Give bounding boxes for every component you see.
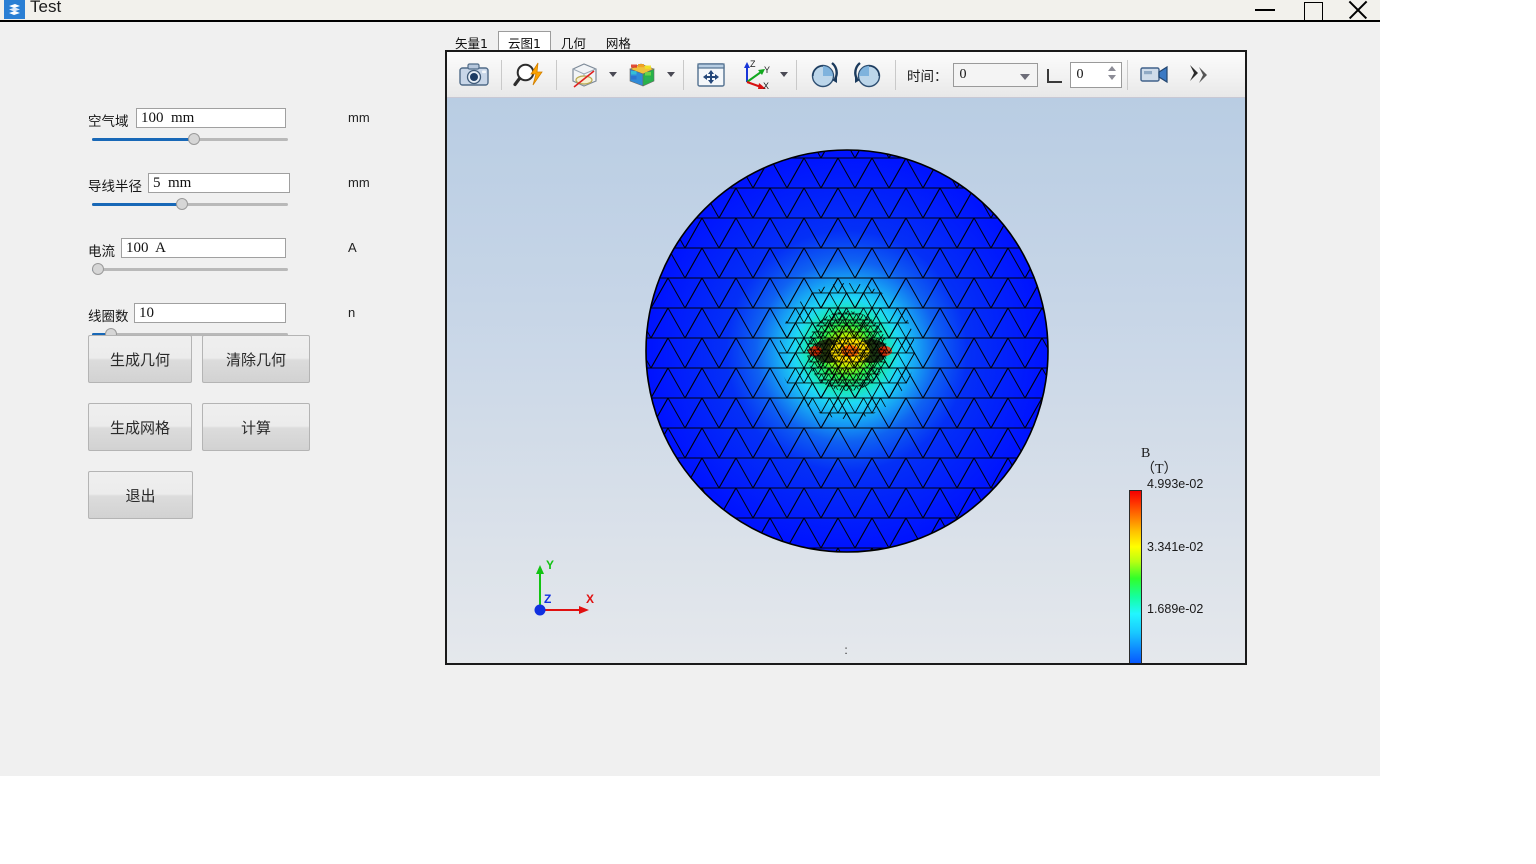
air-domain-unit: mm bbox=[348, 110, 370, 125]
corner-angle-icon[interactable] bbox=[1042, 63, 1066, 87]
rotate-counterclockwise-icon[interactable] bbox=[847, 56, 889, 94]
wire-radius-slider[interactable] bbox=[92, 197, 288, 211]
fit-to-window-icon[interactable] bbox=[690, 56, 732, 94]
viewport-status-text: : bbox=[844, 643, 848, 657]
chevron-down-icon[interactable] bbox=[606, 56, 620, 94]
tab-label: 矢量1 bbox=[455, 35, 488, 51]
slider-fill bbox=[92, 138, 194, 141]
tab-label: 网格 bbox=[605, 35, 631, 51]
svg-text:Z: Z bbox=[750, 60, 756, 69]
tab-contour1[interactable]: 云图1 bbox=[497, 31, 551, 52]
spinner-arrows[interactable] bbox=[1107, 65, 1116, 80]
visualization-panel: Z Y X 时间： 0 0 Y X Z B （T） 4.993e-02 3.34… bbox=[445, 50, 1247, 665]
tab-vector1[interactable]: 矢量1 bbox=[445, 31, 498, 52]
field-coil-turns: 线圈数 n bbox=[88, 303, 388, 340]
spinner-down-icon[interactable] bbox=[1107, 74, 1116, 80]
axis-triad-icon[interactable]: Z Y X bbox=[734, 56, 776, 94]
generate-geometry-button[interactable]: 生成几何 bbox=[88, 335, 192, 383]
svg-text:Y: Y bbox=[764, 65, 770, 75]
tab-label: 云图1 bbox=[507, 35, 541, 51]
stack-layers-icon bbox=[4, 0, 25, 19]
control-panel: 空气域 mm 导线半径 mm bbox=[0, 24, 440, 776]
air-domain-slider[interactable] bbox=[92, 132, 288, 146]
close-button[interactable] bbox=[1334, 0, 1380, 21]
field-wire-radius: 导线半径 mm bbox=[88, 173, 388, 211]
slider-knob[interactable] bbox=[188, 133, 200, 145]
tab-label: 几何 bbox=[560, 35, 586, 51]
clip-plane-icon[interactable] bbox=[563, 56, 605, 94]
slider-knob[interactable] bbox=[176, 198, 188, 210]
wire-radius-unit: mm bbox=[348, 175, 370, 190]
axis-label-z: Z bbox=[544, 592, 552, 606]
maximize-button[interactable] bbox=[1288, 0, 1334, 21]
time-dropdown[interactable]: 0 bbox=[952, 62, 1038, 87]
view-tabs: 矢量1 云图1 几何 网格 bbox=[445, 30, 641, 52]
coil-turns-input[interactable] bbox=[134, 303, 286, 323]
field-air-domain: 空气域 mm bbox=[88, 108, 388, 146]
slider-track bbox=[92, 268, 288, 271]
legend-tick-2: 1.689e-02 bbox=[1147, 602, 1204, 616]
svg-text:X: X bbox=[763, 81, 769, 90]
wire-radius-input[interactable] bbox=[148, 173, 290, 193]
slider-knob[interactable] bbox=[92, 263, 104, 275]
chevron-down-icon[interactable] bbox=[664, 56, 678, 94]
field-label-wire-radius: 导线半径 bbox=[88, 179, 142, 195]
time-dropdown-value: 0 bbox=[959, 66, 967, 82]
generate-geometry-label: 生成几何 bbox=[109, 350, 170, 369]
axis-triad-overlay: Y X Z bbox=[532, 558, 602, 620]
current-input[interactable] bbox=[121, 238, 286, 258]
camera-icon[interactable] bbox=[453, 56, 495, 94]
color-legend: B （T） 4.993e-02 3.341e-02 1.689e-02 3.65… bbox=[1129, 446, 1219, 663]
clear-geometry-label: 清除几何 bbox=[225, 350, 286, 369]
legend-tick-max: 4.993e-02 bbox=[1147, 477, 1204, 491]
clear-geometry-button[interactable]: 清除几何 bbox=[202, 335, 310, 383]
view-toolbar: Z Y X 时间： 0 0 bbox=[447, 52, 1245, 98]
spinner-up-icon[interactable] bbox=[1107, 65, 1116, 71]
exit-button[interactable]: 退出 bbox=[88, 471, 193, 519]
compute-label: 计算 bbox=[240, 418, 271, 437]
chevron-down-icon[interactable] bbox=[777, 56, 791, 94]
app-window: Test 空气域 mm 导线半径 bbox=[0, 0, 1380, 776]
field-label-coil-turns: 线圈数 bbox=[88, 309, 129, 325]
current-unit: A bbox=[348, 240, 357, 255]
maximize-view-icon[interactable] bbox=[1178, 56, 1220, 94]
color-cube-icon[interactable] bbox=[621, 56, 663, 94]
frame-spinner[interactable]: 0 bbox=[1069, 61, 1122, 88]
render-canvas[interactable]: Y X Z B （T） 4.993e-02 3.341e-02 1.689e-0… bbox=[447, 98, 1245, 663]
axis-label-x: X bbox=[586, 592, 595, 606]
field-current: 电流 A bbox=[88, 238, 388, 276]
zoom-lightning-icon[interactable] bbox=[508, 56, 550, 94]
air-domain-input[interactable] bbox=[136, 108, 286, 128]
field-label-current: 电流 bbox=[88, 244, 115, 260]
slider-fill bbox=[92, 203, 180, 206]
chevron-down-icon bbox=[1019, 73, 1030, 80]
current-slider[interactable] bbox=[92, 262, 288, 276]
legend-tick-3: 3.341e-02 bbox=[1147, 540, 1204, 554]
minimize-button[interactable] bbox=[1242, 0, 1288, 21]
exit-label: 退出 bbox=[125, 486, 156, 505]
frame-spinner-value: 0 bbox=[1076, 66, 1084, 82]
field-label-air-domain: 空气域 bbox=[88, 114, 129, 130]
generate-mesh-button[interactable]: 生成网格 bbox=[88, 403, 192, 451]
legend-unit: （T） bbox=[1141, 462, 1178, 477]
time-label: 时间： bbox=[907, 68, 948, 85]
legend-quantity: B bbox=[1141, 446, 1151, 461]
video-camera-icon[interactable] bbox=[1134, 56, 1176, 94]
window-title: Test bbox=[30, 0, 62, 16]
tab-mesh[interactable]: 网格 bbox=[596, 31, 641, 52]
window-controls bbox=[1242, 0, 1380, 21]
compute-button[interactable]: 计算 bbox=[202, 403, 310, 451]
rotate-clockwise-icon[interactable] bbox=[803, 56, 845, 94]
generate-mesh-label: 生成网格 bbox=[109, 418, 170, 437]
tab-geometry[interactable]: 几何 bbox=[551, 31, 596, 52]
title-bar: Test bbox=[0, 0, 1380, 22]
axis-label-y: Y bbox=[546, 558, 555, 572]
coil-turns-unit: n bbox=[348, 305, 356, 320]
legend-colorbar bbox=[1129, 490, 1142, 663]
